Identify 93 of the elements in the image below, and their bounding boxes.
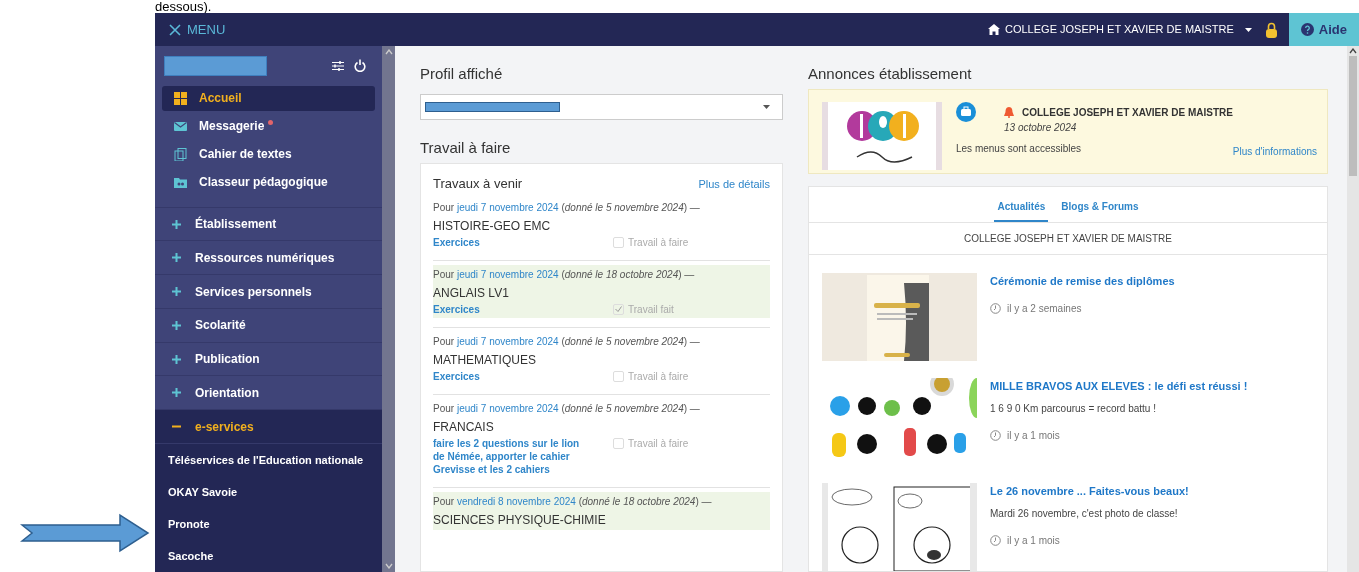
caret-down-icon (1244, 27, 1252, 32)
checkbox-square[interactable] (613, 437, 624, 449)
status-checkbox[interactable]: Travail à faire (613, 436, 689, 450)
sidebar-link[interactable]: Messagerie (162, 113, 375, 139)
task-link[interactable]: Exercices (433, 235, 593, 249)
sidebar-sublink[interactable]: Téléservices de l'Education nationale (155, 443, 382, 476)
checkbox-square[interactable] (613, 236, 624, 248)
news-tab[interactable]: Actualités (994, 192, 1049, 222)
news-summary: 1 6 9 0 Km parcourus = record battu ! (990, 402, 1157, 415)
plus-icon (172, 354, 181, 364)
scroll-up-icon[interactable] (1349, 48, 1357, 54)
sidebar-sublink[interactable]: OKAY Savoie (155, 475, 382, 508)
scroll-down-icon[interactable] (384, 563, 393, 569)
grid-icon (174, 91, 187, 105)
checkbox-square[interactable] (613, 303, 624, 315)
news-tab[interactable]: Blogs & Forums (1058, 192, 1142, 222)
task-link[interactable]: Exercices (433, 302, 593, 316)
status-checkbox[interactable]: Travail à faire (613, 235, 689, 249)
power-icon[interactable] (354, 59, 366, 73)
due-line: Pour jeudi 7 novembre 2024 (donné le 5 novembre 2024) — (433, 200, 701, 215)
section-title: Annonces établissement (808, 64, 973, 84)
sidebar-sublink[interactable]: Sacoche (155, 539, 382, 572)
date-link[interactable]: jeudi 7 novembre 2024 (456, 335, 559, 347)
close-icon (169, 23, 181, 36)
bell-icon (1004, 107, 1014, 118)
help-button[interactable]: Aide (1288, 13, 1359, 46)
clock-icon (990, 535, 1001, 546)
section-title: Travail à faire (420, 138, 512, 158)
section-title: Profil affiché (420, 64, 504, 84)
news-time: il y a 1 mois (1007, 534, 1060, 548)
details-link[interactable]: Plus de détails (698, 175, 770, 192)
announcement-author: COLLEGE JOSEPH ET XAVIER DE MAISTRE (1022, 106, 1233, 120)
plus-icon (172, 388, 181, 398)
subject-name: HISTOIRE-GEO EMC (433, 217, 552, 234)
scrollbar[interactable] (1347, 46, 1359, 572)
due-line: Pour jeudi 7 novembre 2024 (donné le 18 octobre 2024) — (433, 267, 696, 282)
notebook-icon (174, 147, 187, 161)
card-subtitle: Travaux à venir (433, 175, 523, 193)
checkbox-square[interactable] (613, 370, 624, 382)
subject-name: SCIENCES PHYSIQUE-CHIMIE (433, 511, 607, 528)
envelope-icon (174, 119, 187, 133)
news-time: il y a 2 semaines (1007, 302, 1082, 316)
task-link[interactable]: Exercices (433, 369, 593, 383)
date-link[interactable]: jeudi 7 novembre 2024 (456, 402, 559, 414)
news-title-link[interactable]: Cérémonie de remise des diplômes (990, 274, 1175, 288)
date-link[interactable]: jeudi 7 novembre 2024 (456, 201, 559, 213)
menu-button[interactable]: MENU (155, 19, 226, 40)
plus-icon (172, 219, 181, 229)
check-icon (615, 306, 622, 312)
status-label: Travail à faire (628, 369, 689, 383)
sidebar-link[interactable]: Accueil (162, 85, 375, 111)
task-link[interactable]: faire les 2 questions sur le lion de Némée, apporter le cahier Grevisse et les 2 cahiers (433, 436, 593, 476)
plus-icon (172, 320, 181, 330)
padlock-icon[interactable] (1265, 21, 1277, 38)
due-line: Pour vendredi 8 novembre 2024 (donné le 18 octobre 2024) — (433, 494, 713, 509)
subject-name: MATHEMATIQUES (433, 351, 537, 368)
status-checkbox[interactable]: Travail à faire (613, 369, 689, 383)
status-label: Travail à faire (628, 436, 689, 450)
news-time: il y a 1 mois (1007, 429, 1060, 443)
sidebar-sublink[interactable]: Pronote (155, 507, 382, 540)
status-label: Travail fait (628, 302, 674, 316)
date-link[interactable]: vendredi 8 novembre 2024 (456, 495, 576, 507)
plus-icon (172, 253, 181, 263)
due-line: Pour jeudi 7 novembre 2024 (donné le 5 novembre 2024) — (433, 334, 701, 349)
settings-sliders-icon[interactable] (332, 60, 344, 71)
announcement-text: Les menus sont accessibles (956, 142, 1083, 156)
news-source: COLLEGE JOSEPH ET XAVIER DE MAISTRE (964, 232, 1172, 246)
clock-icon (990, 430, 1001, 441)
caret-down-icon (763, 105, 770, 109)
announcement-date: 13 octobre 2024 (1004, 121, 1078, 135)
briefcase-icon (956, 102, 976, 122)
clock-icon (990, 303, 1001, 314)
news-summary: Mardi 26 novembre, c'est photo de classe! (990, 507, 1179, 520)
sidebar-scrollbar[interactable] (382, 46, 395, 572)
document-text: dessous). (155, 0, 212, 13)
school-selector[interactable]: COLLEGE JOSEPH ET XAVIER DE MAISTRE (988, 21, 1252, 38)
subject-name: ANGLAIS LV1 (433, 284, 510, 301)
due-line: Pour jeudi 7 novembre 2024 (donné le 5 novembre 2024) — (433, 401, 701, 416)
date-link[interactable]: jeudi 7 novembre 2024 (456, 268, 559, 280)
status-label: Travail à faire (628, 235, 689, 249)
help-icon (1300, 23, 1314, 36)
scroll-thumb[interactable] (1349, 56, 1357, 176)
profile-dropdown[interactable] (420, 94, 783, 120)
sidebar-section[interactable]: e-services (155, 409, 382, 443)
sidebar-link[interactable]: Cahier de textes (162, 141, 375, 167)
news-title-link[interactable]: MILLE BRAVOS AUX ELEVES : le défi est réussi ! (990, 379, 1248, 393)
sidebar-link[interactable]: Classeur pédagogique (162, 169, 375, 195)
home-icon (988, 24, 1000, 35)
news-title-link[interactable]: Le 26 novembre ... Faites-vous beaux! (990, 484, 1189, 498)
plus-icon (172, 287, 181, 297)
subject-name: FRANCAIS (433, 418, 495, 435)
folder-icon (174, 175, 187, 189)
more-info-link[interactable]: Plus d'informations (1232, 144, 1317, 159)
